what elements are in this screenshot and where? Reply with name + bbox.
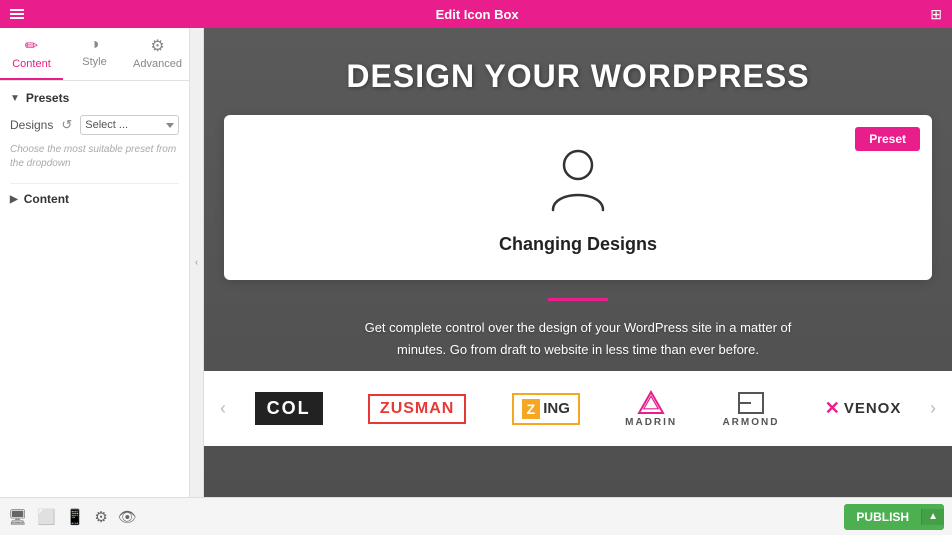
presets-title: Presets: [26, 91, 69, 105]
settings-icon[interactable]: ⚙: [94, 508, 107, 526]
top-bar: Edit Icon Box ⊞: [0, 0, 952, 28]
armond-container: ARMOND: [722, 389, 779, 428]
logo-venox: ✕ VENOX: [815, 398, 912, 419]
madrin-icon: [635, 389, 667, 417]
logo-bar-next-arrow[interactable]: ›: [924, 398, 942, 419]
bottom-bar: 🖥 ⬜ 📱 ⚙ 👁 PUBLISH ▲: [0, 497, 952, 535]
content-tab-icon: ✏: [25, 36, 38, 56]
content-header[interactable]: ▶ Content: [10, 192, 179, 206]
sidebar-body: ▼ Presets Designs ↺ Select ... Choose th…: [0, 81, 189, 497]
menu-icon[interactable]: [10, 9, 24, 19]
tab-content-label: Content: [12, 58, 51, 70]
venox-x: ✕: [825, 398, 840, 419]
tab-content[interactable]: ✏ Content: [0, 28, 63, 80]
content-arrow-icon: ▶: [10, 194, 18, 205]
madrin-text: MADRIN: [625, 417, 677, 428]
sidebar-tabs: ✏ Content ◑ Style ⚙ Advanced: [0, 28, 189, 81]
mid-divider: [548, 298, 608, 301]
publish-dropdown-arrow[interactable]: ▲: [921, 509, 944, 525]
top-bar-title: Edit Icon Box: [436, 7, 519, 22]
tab-style-label: Style: [82, 56, 106, 68]
armond-text: ARMOND: [722, 417, 779, 428]
designs-label: Designs: [10, 118, 53, 132]
logo-armond: ARMOND: [712, 389, 789, 428]
icon-box-title: Changing Designs: [499, 234, 657, 255]
mid-text: Get complete control over the design of …: [365, 317, 792, 361]
eye-icon[interactable]: 👁: [118, 508, 137, 526]
main-layout: ✏ Content ◑ Style ⚙ Advanced ▼ Presets: [0, 28, 952, 497]
col-text: COL: [255, 392, 323, 425]
content-section: ▶ Content: [10, 183, 179, 206]
person-icon: [548, 145, 608, 224]
armond-icon: [735, 389, 767, 417]
refresh-button[interactable]: ↺: [59, 117, 74, 133]
tab-advanced[interactable]: ⚙ Advanced: [126, 28, 189, 80]
bottom-icons: 🖥 ⬜ 📱 ⚙ 👁: [8, 508, 137, 526]
mobile-icon[interactable]: 📱: [66, 508, 85, 526]
tab-style[interactable]: ◑ Style: [63, 28, 126, 80]
designs-row: Designs ↺ Select ...: [10, 115, 179, 135]
zusman-text: ZUSMAN: [368, 394, 466, 424]
canvas: DESIGN YOUR WORDPRESS Preset Changing De…: [204, 28, 952, 497]
publish-label: PUBLISH: [844, 509, 921, 525]
grid-icon[interactable]: ⊞: [930, 6, 942, 23]
mid-section: Get complete control over the design of …: [204, 280, 952, 371]
content-label: Content: [24, 192, 69, 206]
logo-col: COL: [245, 392, 333, 425]
tablet-icon[interactable]: ⬜: [37, 508, 56, 526]
style-tab-icon: ◑: [90, 36, 100, 54]
top-bar-icons: ⊞: [930, 6, 942, 23]
logo-zing: Z ING: [502, 393, 590, 425]
logo-bar: ‹ COL ZUSMAN Z ING: [204, 371, 952, 446]
presets-hint: Choose the most suitable preset from the…: [10, 143, 179, 171]
zing-container: Z ING: [512, 393, 580, 425]
sidebar: ✏ Content ◑ Style ⚙ Advanced ▼ Presets: [0, 28, 190, 497]
collapse-handle[interactable]: ‹: [190, 28, 204, 497]
presets-arrow-icon: ▼: [10, 93, 20, 104]
publish-button[interactable]: PUBLISH ▲: [844, 504, 944, 530]
venox-text: VENOX: [844, 400, 902, 417]
presets-header[interactable]: ▼ Presets: [10, 91, 179, 105]
logo-madrin: MADRIN: [615, 389, 687, 428]
logo-bar-items: COL ZUSMAN Z ING: [232, 389, 924, 428]
zing-text: ING: [543, 400, 570, 417]
logo-zusman: ZUSMAN: [358, 394, 476, 424]
designs-select[interactable]: Select ...: [80, 115, 179, 135]
zing-z: Z: [522, 399, 541, 419]
advanced-tab-icon: ⚙: [150, 36, 164, 56]
desktop-icon[interactable]: 🖥: [8, 508, 27, 526]
hero-title: DESIGN YOUR WORDPRESS: [224, 58, 932, 95]
hero-section: DESIGN YOUR WORDPRESS: [204, 28, 952, 115]
venox-container: ✕ VENOX: [825, 398, 902, 419]
icon-box-card: Preset Changing Designs: [224, 115, 932, 280]
logo-bar-prev-arrow[interactable]: ‹: [214, 398, 232, 419]
presets-section: ▼ Presets Designs ↺ Select ... Choose th…: [10, 91, 179, 171]
tab-advanced-label: Advanced: [133, 58, 182, 70]
madrin-container: MADRIN: [625, 389, 677, 428]
preset-button[interactable]: Preset: [855, 127, 920, 151]
